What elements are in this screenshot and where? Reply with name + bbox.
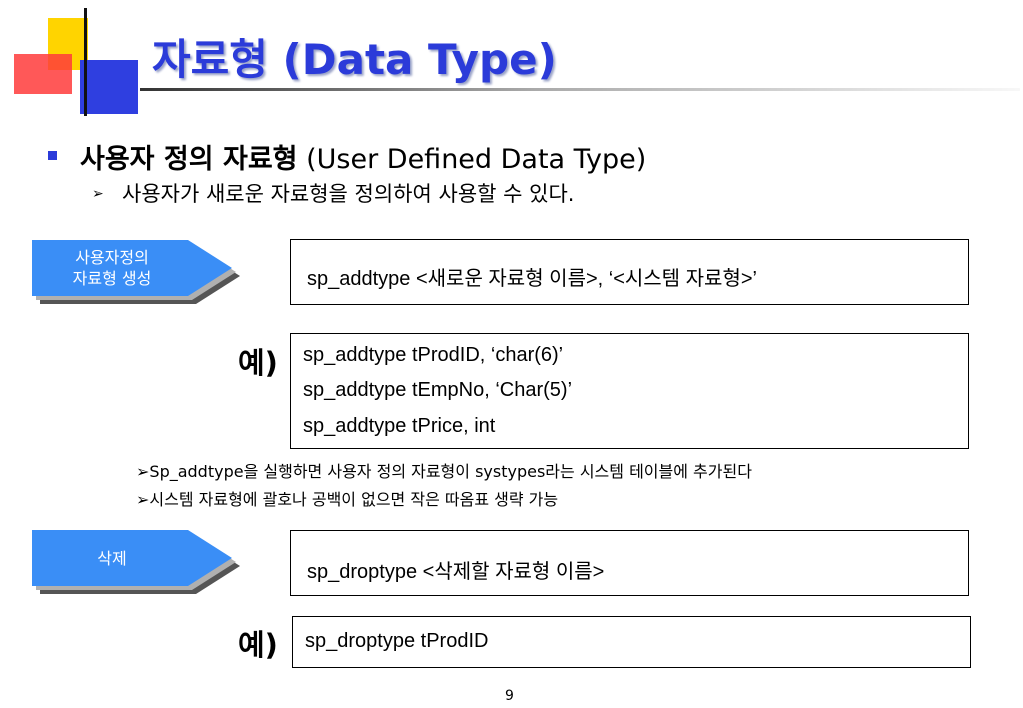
create-label-line1: 사용자정의 (75, 248, 149, 267)
drop-example-box: sp_droptype tProdID (292, 616, 971, 668)
drop-syntax-text: sp_droptype <삭제할 자료형 이름> (307, 561, 605, 583)
drop-label: 삭제 (97, 548, 127, 568)
title-underline (140, 88, 1020, 91)
logo-vertical-line (84, 8, 87, 116)
drop-example-label: 예) (238, 628, 278, 662)
drop-syntax-box: sp_droptype <삭제할 자료형 이름> (290, 530, 969, 596)
create-examples-box: sp_addtype tProdID, ‘char(6)’ sp_addtype… (290, 333, 969, 449)
sub-bullet-text: 사용자가 새로운 자료형을 정의하여 사용할 수 있다. (122, 182, 575, 206)
note-line: ➢시스템 자료형에 괄호나 공백이 없으면 작은 따옴표 생략 가능 (136, 490, 559, 509)
create-syntax-box: sp_addtype <새로운 자료형 이름>, ‘<시스템 자료형>’ (290, 239, 969, 305)
bullet-square-icon (48, 151, 57, 160)
slide-title: 자료형 (Data Type) (152, 35, 557, 84)
logo-blue-block (80, 60, 138, 114)
drop-example-text: sp_droptype tProdID (305, 630, 489, 652)
example-line: sp_addtype tPrice, int (303, 415, 496, 437)
bullet-korean-text: 사용자 정의 자료형 (80, 144, 298, 175)
create-type-arrow-label: 사용자정의 자료형 생성 (32, 240, 242, 304)
drop-type-arrow-label: 삭제 (32, 530, 242, 594)
arrow-bullet-icon: ➢ (92, 186, 104, 202)
logo-red-block (14, 54, 72, 94)
example-line: sp_addtype tProdID, ‘char(6)’ (303, 344, 564, 366)
page-number: 9 (505, 688, 514, 704)
create-syntax-text: sp_addtype <새로운 자료형 이름>, ‘<시스템 자료형>’ (307, 268, 757, 290)
bullet-user-defined-type: 사용자 정의 자료형 (User Defined Data Type) (80, 137, 646, 176)
create-label-line2: 자료형 생성 (72, 269, 152, 288)
bullet-english-text: (User Defined Data Type) (306, 144, 647, 175)
example-line: sp_addtype tEmpNo, ‘Char(5)’ (303, 379, 573, 401)
create-example-label: 예) (238, 346, 278, 380)
note-line: ➢Sp_addtype을 실행하면 사용자 정의 자료형이 systypes라는… (136, 462, 752, 481)
